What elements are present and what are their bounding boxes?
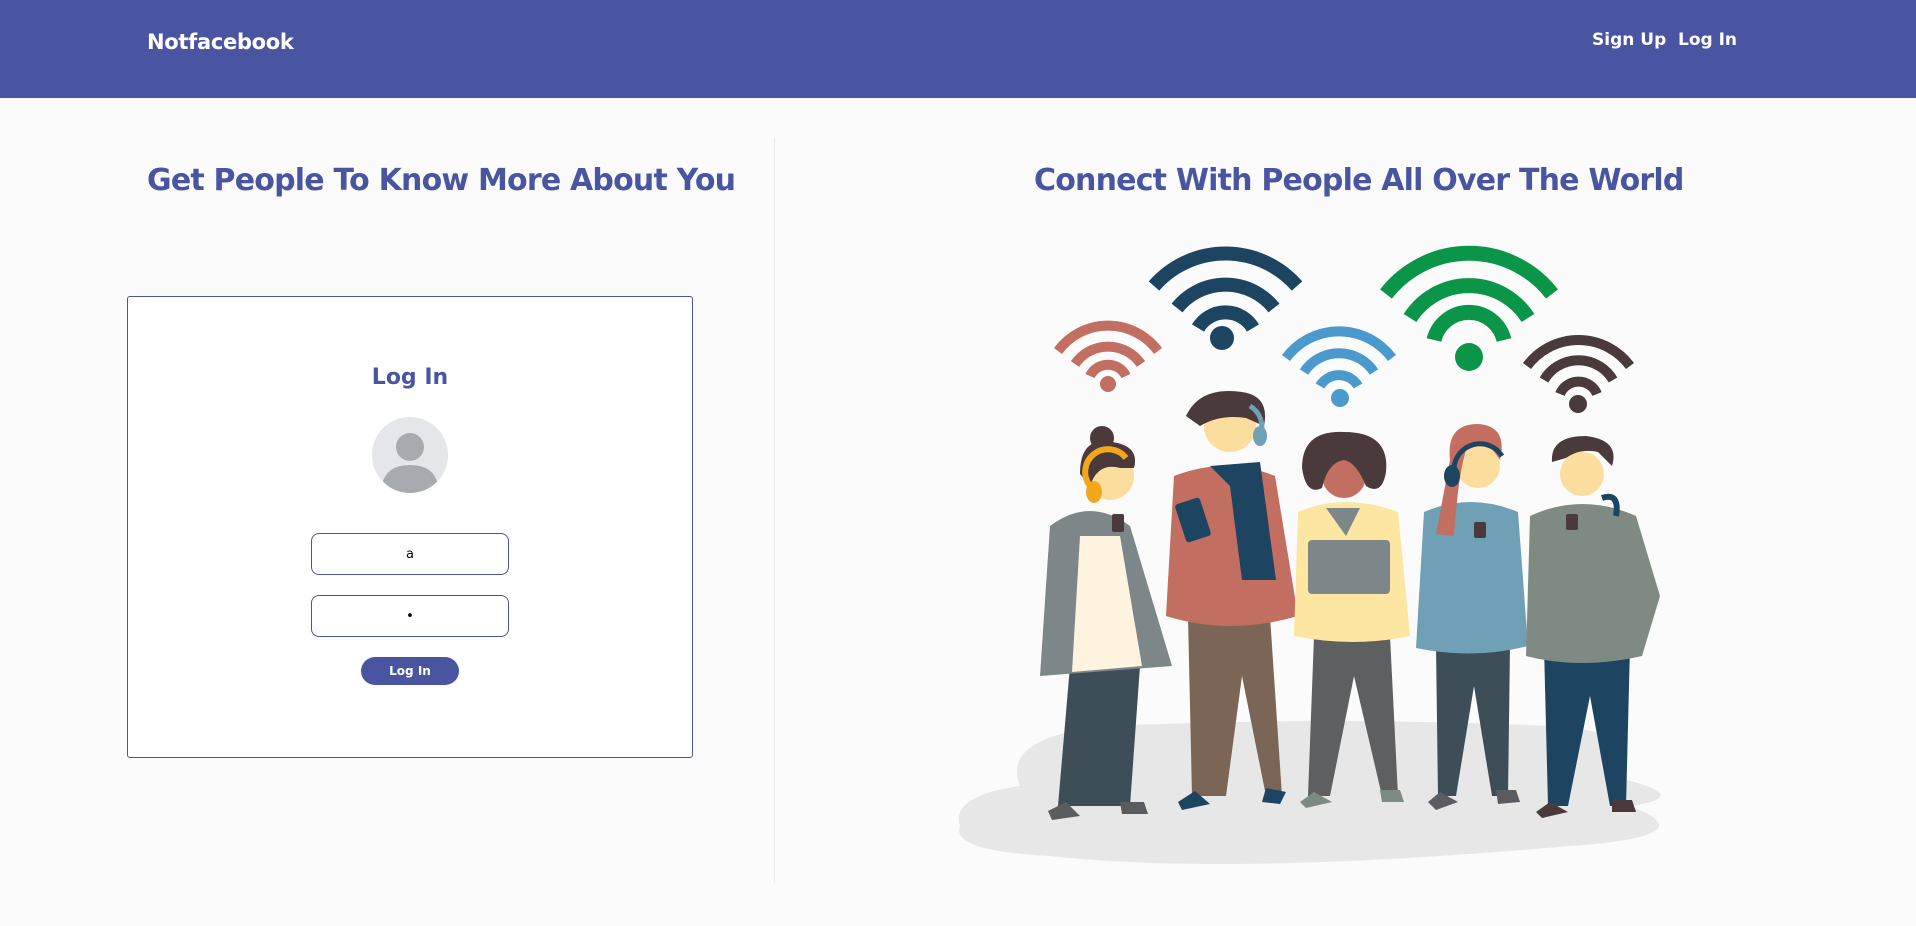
login-submit-button[interactable]: Log In — [361, 657, 459, 685]
user-avatar-icon — [372, 417, 448, 493]
people-wifi-illustration — [958, 245, 1661, 864]
login-card-title: Log In — [371, 365, 449, 390]
left-heading: Get People To Know More About You — [147, 163, 736, 198]
wifi-icon-brown — [1522, 335, 1635, 397]
brand-logo[interactable]: Notfacebook — [147, 30, 294, 54]
column-divider — [774, 138, 775, 883]
wifi-icon-coral — [1053, 320, 1163, 379]
wifi-icon-navy — [1148, 246, 1303, 332]
password-input[interactable] — [311, 595, 509, 637]
signup-link[interactable]: Sign Up — [1592, 30, 1666, 50]
right-heading: Connect With People All Over The World — [1034, 163, 1684, 198]
login-card: Log In Log In — [127, 296, 693, 758]
top-navbar: Notfacebook Sign Up Log In — [0, 0, 1916, 98]
username-input[interactable] — [311, 533, 509, 575]
wifi-icon-blue — [1281, 326, 1397, 389]
login-link[interactable]: Log In — [1678, 30, 1737, 50]
wifi-icon-green — [1380, 245, 1558, 343]
